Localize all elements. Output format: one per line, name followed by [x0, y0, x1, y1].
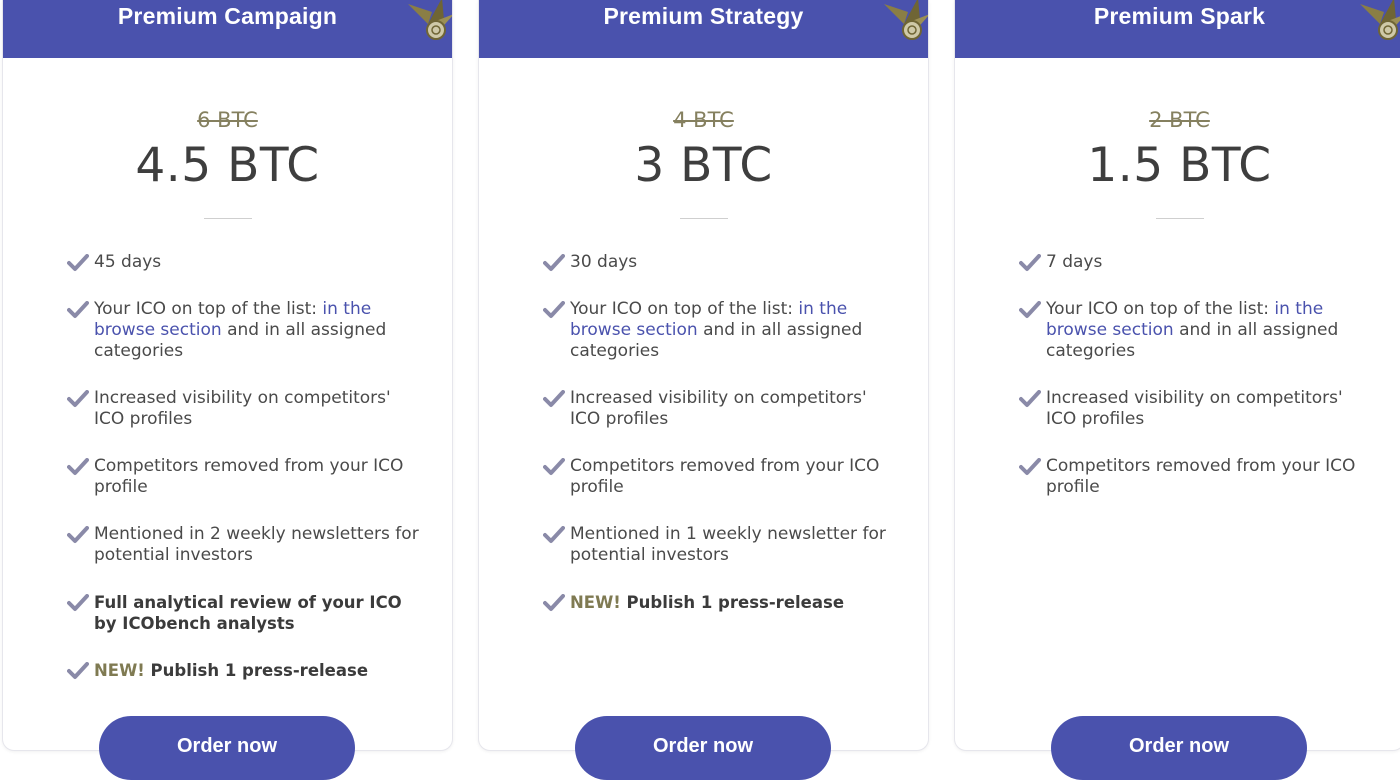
divider [1155, 218, 1204, 219]
check-icon [1019, 390, 1041, 407]
feature-text: Your ICO on top of the list: [94, 299, 323, 319]
feature-item: Your ICO on top of the list: in the brow… [67, 299, 419, 362]
plan-title: Premium Campaign [117, 3, 338, 29]
pricing-card-premium-spark: Premium Spark 2 BTC 1.5 BTC 7 days Your … [954, 0, 1400, 751]
check-icon [67, 390, 89, 407]
check-icon [67, 458, 89, 475]
feature-item: Competitors removed from your ICO profil… [543, 456, 895, 498]
feature-text: Increased visibility on competitors' ICO… [1046, 388, 1343, 429]
order-now-button[interactable]: Order now [1051, 716, 1307, 780]
feature-item: Competitors removed from your ICO profil… [1019, 456, 1371, 498]
feature-item: 7 days [1019, 252, 1371, 273]
feature-item: Mentioned in 2 weekly newsletters for po… [67, 524, 419, 566]
leaf-icon [408, 0, 452, 40]
order-now-button[interactable]: Order now [99, 716, 355, 780]
feature-item: Your ICO on top of the list: in the brow… [1019, 299, 1371, 362]
leaf-icon [1360, 0, 1400, 40]
new-badge: NEW! [570, 593, 621, 612]
feature-text: Increased visibility on competitors' ICO… [94, 388, 391, 429]
pricing-card-premium-strategy: Premium Strategy 4 BTC 3 BTC 30 days You… [478, 0, 929, 751]
new-badge: NEW! [94, 661, 145, 680]
check-icon [543, 254, 565, 271]
check-icon [543, 390, 565, 407]
feature-text: Competitors removed from your ICO profil… [1046, 456, 1356, 497]
feature-text: 7 days [1046, 252, 1103, 272]
old-price: 2 BTC [1149, 108, 1210, 132]
plan-title: Premium Strategy [603, 3, 804, 29]
leaf-icon [884, 0, 928, 40]
check-icon [67, 594, 89, 611]
check-icon [67, 526, 89, 543]
feature-item: Increased visibility on competitors' ICO… [67, 388, 419, 430]
feature-text: Competitors removed from your ICO profil… [570, 456, 880, 497]
feature-text: Mentioned in 2 weekly newsletters for po… [94, 524, 419, 565]
price: 3 BTC [634, 138, 773, 193]
order-now-button[interactable]: Order now [575, 716, 831, 780]
check-icon [67, 301, 89, 318]
card-header: Premium Strategy [479, 0, 928, 58]
plan-title: Premium Spark [1093, 3, 1266, 29]
card-header: Premium Spark [955, 0, 1400, 58]
check-icon [67, 662, 89, 679]
feature-item: 45 days [67, 252, 419, 273]
feature-item: Mentioned in 1 weekly newsletter for pot… [543, 524, 895, 566]
check-icon [543, 301, 565, 318]
card-header: Premium Campaign [3, 0, 452, 58]
price: 4.5 BTC [135, 138, 320, 193]
feature-item: Increased visibility on competitors' ICO… [1019, 388, 1371, 430]
old-price: 6 BTC [197, 108, 258, 132]
feature-item: Your ICO on top of the list: in the brow… [543, 299, 895, 362]
divider [203, 218, 252, 219]
feature-list: 30 days Your ICO on top of the list: in … [543, 252, 895, 639]
feature-item: 30 days [543, 252, 895, 273]
feature-item: Increased visibility on competitors' ICO… [543, 388, 895, 430]
feature-item: Full analytical review of your ICO by IC… [67, 592, 419, 634]
check-icon [1019, 301, 1041, 318]
feature-text: Your ICO on top of the list: [570, 299, 799, 319]
check-icon [543, 526, 565, 543]
feature-list: 45 days Your ICO on top of the list: in … [67, 252, 419, 707]
feature-text: Competitors removed from your ICO profil… [94, 456, 404, 497]
feature-text: Your ICO on top of the list: [1046, 299, 1275, 319]
pricing-card-premium-campaign: Premium Campaign 6 BTC 4.5 BTC 45 days Y… [2, 0, 453, 751]
feature-text: Publish 1 press-release [144, 661, 369, 680]
feature-text: Full analytical review of your ICO by IC… [94, 593, 402, 633]
feature-text: Mentioned in 1 weekly newsletter for pot… [570, 524, 886, 565]
check-icon [543, 594, 565, 611]
feature-text: Publish 1 press-release [620, 593, 845, 612]
feature-list: 7 days Your ICO on top of the list: in t… [1019, 252, 1371, 524]
divider [679, 218, 728, 219]
feature-text: Increased visibility on competitors' ICO… [570, 388, 867, 429]
check-icon [543, 458, 565, 475]
check-icon [67, 254, 89, 271]
price: 1.5 BTC [1087, 138, 1272, 193]
feature-item: Competitors removed from your ICO profil… [67, 456, 419, 498]
feature-item: NEW! Publish 1 press-release [67, 660, 419, 681]
check-icon [1019, 254, 1041, 271]
feature-text: 45 days [94, 252, 162, 272]
old-price: 4 BTC [673, 108, 734, 132]
feature-item: NEW! Publish 1 press-release [543, 592, 895, 613]
feature-text: 30 days [570, 252, 638, 272]
check-icon [1019, 458, 1041, 475]
